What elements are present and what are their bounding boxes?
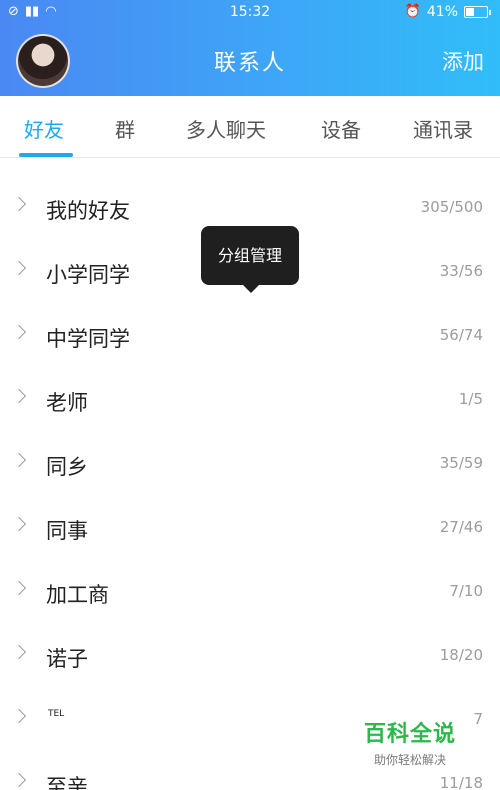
chevron-right-icon: [11, 452, 27, 468]
chevron-right-icon: [11, 708, 27, 724]
chevron-right-icon: [11, 388, 27, 404]
chevron-right-icon: [11, 324, 27, 340]
group-count: 11/18: [439, 774, 483, 790]
list-item[interactable]: 加工商 7/10: [0, 559, 500, 623]
tab-bar: 好友 群 多人聊天 设备 通讯录: [0, 96, 500, 158]
group-name: 至亲: [46, 775, 88, 790]
group-count: 7/10: [449, 582, 483, 600]
group-name: 中学同学: [46, 327, 130, 351]
alarm-icon: ⏰: [404, 4, 421, 19]
group-count: 27/46: [439, 518, 483, 536]
chevron-right-icon: [11, 196, 27, 212]
watermark-logo: 百科全说 助你轻松解决: [364, 716, 456, 768]
chevron-right-icon: [11, 580, 27, 596]
status-right: ⏰ 41%: [404, 4, 491, 20]
chevron-right-icon: [11, 644, 27, 660]
tab-multi-chat[interactable]: 多人聊天: [186, 114, 266, 143]
list-item[interactable]: 老师 1/5: [0, 367, 500, 431]
chevron-right-icon: [11, 260, 27, 276]
status-bar: ⊘ ▮▮ ◠ 15:32 ⏰ 41%: [0, 0, 500, 26]
group-count: 18/20: [439, 646, 483, 664]
group-count: 1/5: [458, 390, 483, 408]
group-name: 老师: [46, 391, 88, 415]
group-count: 35/59: [439, 454, 483, 472]
watermark-title: 百科全说: [363, 722, 456, 747]
chevron-right-icon: [11, 772, 27, 788]
list-item[interactable]: 同乡 35/59: [0, 431, 500, 495]
group-name: 诺子: [46, 647, 88, 671]
active-tab-indicator: [19, 153, 73, 157]
group-name: 我的好友: [46, 199, 130, 223]
battery-percent: 41%: [426, 4, 458, 20]
group-name: 小学同学: [46, 263, 130, 287]
group-manage-tooltip[interactable]: 分组管理: [201, 226, 299, 293]
group-count: 305/500: [420, 198, 483, 216]
group-count: 33/56: [439, 262, 483, 280]
watermark-subtitle: 助你轻松解决: [373, 753, 446, 767]
tab-groups[interactable]: 群: [115, 114, 135, 143]
group-name: 加工商: [46, 583, 109, 607]
group-name: TEL: [48, 709, 65, 719]
group-count: 7: [473, 710, 483, 728]
group-count: 56/74: [439, 326, 483, 344]
tab-friends[interactable]: 好友: [24, 114, 64, 143]
list-item[interactable]: 同事 27/46: [0, 495, 500, 559]
battery-icon: [464, 6, 491, 18]
page-title: 联系人: [213, 51, 286, 76]
tab-devices[interactable]: 设备: [321, 114, 361, 143]
tab-address-book[interactable]: 通讯录: [413, 114, 473, 143]
list-item[interactable]: 诺子 18/20: [0, 623, 500, 687]
group-name: 同乡: [46, 455, 88, 479]
group-name: 同事: [46, 519, 88, 543]
header-bar: ⊘ ▮▮ ◠ 15:32 ⏰ 41% 联系人 添加: [0, 0, 500, 96]
list-item[interactable]: 中学同学 56/74: [0, 303, 500, 367]
add-button[interactable]: 添加: [442, 46, 484, 76]
chevron-right-icon: [11, 516, 27, 532]
